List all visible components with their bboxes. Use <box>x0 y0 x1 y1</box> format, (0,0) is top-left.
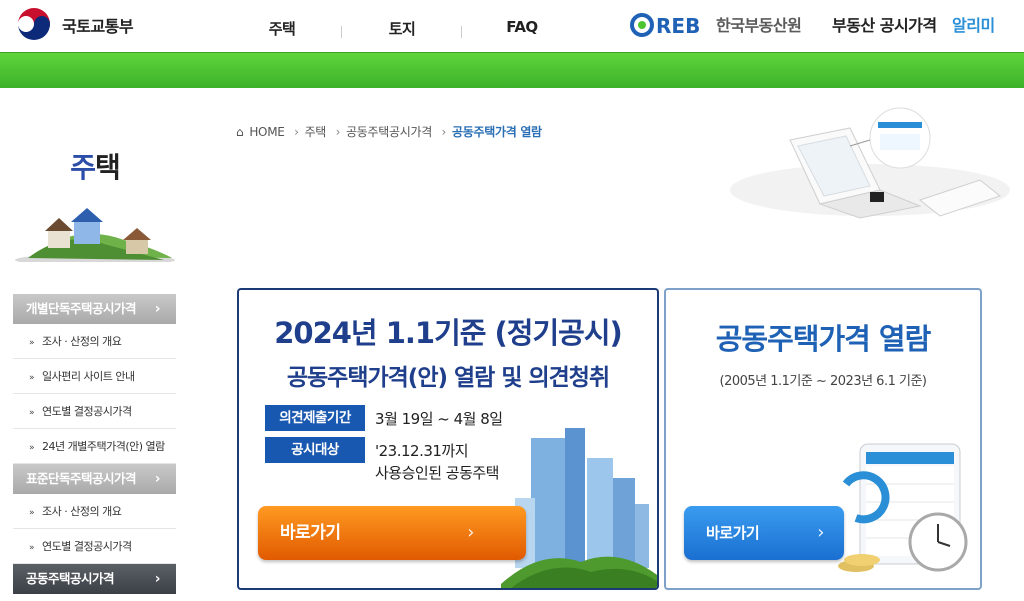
double-chevron-icon: » <box>29 408 35 418</box>
nav-item-land[interactable]: 토지 <box>342 18 462 39</box>
sidebar-category-label: 개별단독주택공시가격 <box>26 301 137 316</box>
sidebar-item-24-individual-price[interactable]: » 24년 개별주택가격(안) 열람 <box>13 429 176 464</box>
breadcrumb-separator: › <box>335 125 341 139</box>
sidebar-category-label: 표준단독주택공시가격 <box>26 471 137 486</box>
go-button-label: 바로가기 <box>706 524 760 542</box>
sidebar-item-label: 일사편리 사이트 안내 <box>42 370 135 383</box>
nav-item-faq[interactable]: FAQ <box>462 18 582 36</box>
service-name-accent[interactable]: 알리미 <box>952 12 995 36</box>
breadcrumb-item[interactable]: 주택 <box>305 125 327 139</box>
price-lookup-title: 공동주택가격 열람 <box>715 322 932 356</box>
gov-name[interactable]: 국토교통부 <box>62 13 134 37</box>
breadcrumb-separator: › <box>294 125 299 139</box>
breadcrumb-item[interactable]: 공동주택공시가격 <box>346 125 432 139</box>
calendar-tablet-illustration <box>826 438 980 578</box>
go-button-price-lookup[interactable]: 바로가기 › <box>684 506 844 560</box>
sidebar-category-apartment[interactable]: 공동주택공시가격 › <box>13 564 176 594</box>
chevron-right-icon: › <box>154 471 161 487</box>
announcement-card: 2024년 1.1기준 (정기공시) 공동주택가격(안) 열람 및 의견청취 의… <box>237 288 659 590</box>
reb-logo-text: REB <box>656 14 700 38</box>
laptop-illustration <box>720 100 1010 220</box>
green-banner-bar <box>0 52 1024 88</box>
sidebar-category-standard-house[interactable]: 표준단독주택공시가격 › <box>13 464 176 494</box>
reb-logo-icon[interactable]: REB <box>630 12 714 38</box>
double-chevron-icon: » <box>29 373 35 383</box>
price-lookup-card: 공동주택가격 열람 (2005년 1.1기준 ~ 2023년 6.1 기준) 바… <box>664 288 982 590</box>
home-icon: ⌂ <box>236 125 244 139</box>
breadcrumb-current: 공동주택가격 열람 <box>452 125 542 139</box>
sidebar-item-label: 연도별 결정공시가격 <box>42 405 132 418</box>
double-chevron-icon: » <box>29 338 35 348</box>
go-button-announcement[interactable]: 바로가기 › <box>258 506 526 560</box>
sidebar-item-ilsapyeonri-guide[interactable]: » 일사편리 사이트 안내 <box>13 359 176 394</box>
double-chevron-icon: » <box>29 443 35 453</box>
chevron-right-icon: › <box>154 571 161 587</box>
sidebar-item-yearly-prices[interactable]: » 연도별 결정공시가격 <box>13 394 176 429</box>
period-label-badge: 의견제출기간 <box>265 405 365 431</box>
city-buildings-illustration <box>501 408 657 588</box>
sidebar-item-label: 조사 · 산정의 개요 <box>42 505 122 518</box>
service-name[interactable]: 부동산 공시가격 <box>832 12 937 36</box>
reb-org-name[interactable]: 한국부동산원 <box>716 12 802 36</box>
announcement-subtitle: 공동주택가격(안) 열람 및 의견청취 <box>286 365 610 391</box>
sidebar-title: 주택 <box>0 146 190 186</box>
sidebar-title-rest: 택 <box>95 151 121 184</box>
go-button-label: 바로가기 <box>280 523 341 543</box>
price-lookup-period: (2005년 1.1기준 ~ 2023년 6.1 기준) <box>719 374 927 389</box>
sidebar-item-survey-overview[interactable]: » 조사 · 산정의 개요 <box>13 494 176 529</box>
main-nav: 주택 토지 FAQ <box>222 18 582 44</box>
chevron-right-icon: › <box>467 522 474 543</box>
houses-illustration <box>14 200 176 266</box>
sidebar-category-individual-house[interactable]: 개별단독주택공시가격 › <box>13 294 176 324</box>
sidebar-item-survey-overview[interactable]: » 조사 · 산정의 개요 <box>13 324 176 359</box>
sidebar-item-yearly-prices[interactable]: » 연도별 결정공시가격 <box>13 529 176 564</box>
announcement-title: 2024년 1.1기준 (정기공시) <box>274 316 623 350</box>
sidebar-item-label: 연도별 결정공시가격 <box>42 540 132 553</box>
sidebar-menu: 개별단독주택공시가격 › » 조사 · 산정의 개요 » 일사편리 사이트 안내 »… <box>13 294 176 594</box>
double-chevron-icon: » <box>29 543 35 553</box>
breadcrumb-separator: › <box>441 125 447 139</box>
chevron-right-icon: › <box>154 301 161 317</box>
period-value: 3월 19일 ~ 4월 8일 <box>375 410 503 428</box>
nav-item-housing[interactable]: 주택 <box>222 18 342 39</box>
breadcrumb: ⌂ HOME › 주택 › 공동주택공시가격 › 공동주택가격 열람 <box>236 123 548 140</box>
double-chevron-icon: » <box>29 508 35 518</box>
breadcrumb-home[interactable]: HOME <box>249 125 285 139</box>
target-label-badge: 공시대상 <box>265 437 365 463</box>
sidebar-category-label: 공동주택공시가격 <box>26 571 115 586</box>
site-header: 국토교통부 주택 토지 FAQ REB 한국부동산원 부동산 공시가격 알리미 <box>0 0 1024 52</box>
gov-emblem-icon[interactable] <box>14 4 54 44</box>
chevron-right-icon: › <box>817 522 824 543</box>
sidebar-item-label: 24년 개별주택가격(안) 열람 <box>42 440 165 453</box>
target-value-line2: 사용승인된 공동주택 <box>375 464 499 482</box>
target-value-line1: '23.12.31까지 <box>375 442 469 460</box>
sidebar-item-label: 조사 · 산정의 개요 <box>42 335 122 348</box>
sidebar-title-first: 주 <box>70 151 96 184</box>
